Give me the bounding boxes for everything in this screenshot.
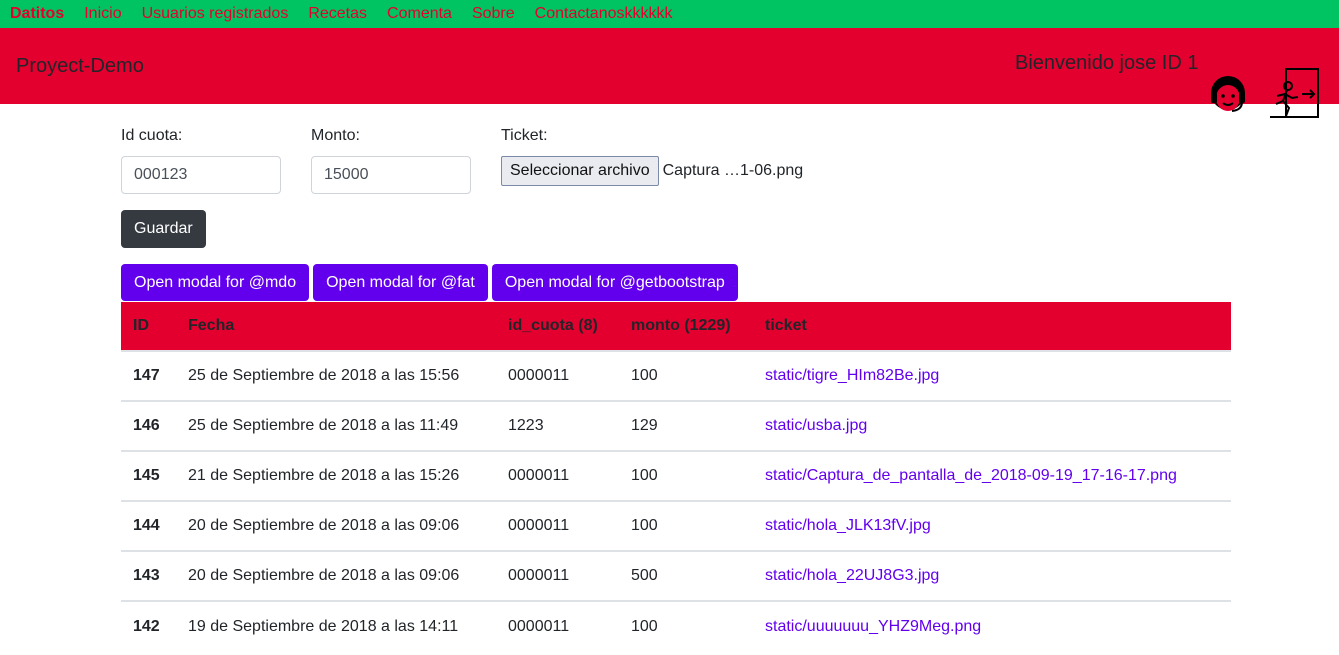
table-row: 142 19 de Septiembre de 2018 a las 14:11…: [121, 600, 1231, 651]
table-row: 146 25 de Septiembre de 2018 a las 11:49…: [121, 400, 1231, 451]
cell-monto: 500: [619, 550, 753, 601]
ticket-link[interactable]: static/hola_JLK13fV.jpg: [765, 517, 931, 534]
nav-link-recetas[interactable]: Recetas: [308, 5, 367, 23]
modal-buttons: Open modal for @mdo Open modal for @fat …: [121, 264, 742, 301]
id-cuota-label: Id cuota:: [121, 127, 183, 144]
ticket-link[interactable]: static/tigre_HIm82Be.jpg: [765, 367, 939, 384]
cell-monto: 129: [619, 400, 753, 451]
nav-link-usuarios[interactable]: Usuarios registrados: [142, 5, 289, 23]
welcome-text: Bienvenido jose ID 1: [1015, 52, 1199, 74]
selected-file-name: Captura …1-06.png: [662, 162, 804, 179]
navbar-brand[interactable]: Datitos: [10, 5, 64, 23]
monto-group: Monto:: [311, 126, 501, 194]
cell-ticket: static/uuuuuuu_YHZ9Meg.png: [753, 600, 1231, 651]
col-header-fecha: Fecha: [188, 317, 235, 334]
table-header-row: ID Fecha id_cuota (8) monto (1229) ticke…: [121, 302, 1231, 351]
nav-link-sobre[interactable]: Sobre: [472, 5, 515, 23]
cell-id: 145: [121, 450, 176, 501]
cell-fecha: 21 de Septiembre de 2018 a las 15:26: [176, 450, 496, 501]
cuota-form: Id cuota: Monto: Ticket: Seleccionar arc…: [121, 126, 821, 194]
col-header-ticket: ticket: [765, 317, 807, 334]
cell-fecha: 19 de Septiembre de 2018 a las 14:11: [176, 600, 496, 651]
cell-fecha: 25 de Septiembre de 2018 a las 11:49: [176, 400, 496, 451]
table-row: 144 20 de Septiembre de 2018 a las 09:06…: [121, 500, 1231, 551]
cell-id-cuota: 0000011: [496, 450, 619, 501]
col-header-id-cuota: id_cuota (8): [508, 317, 598, 334]
nav-link-inicio[interactable]: Inicio: [84, 5, 121, 23]
cell-id: 146: [121, 400, 176, 451]
open-modal-mdo-button[interactable]: Open modal for @mdo: [121, 264, 310, 301]
cell-fecha: 20 de Septiembre de 2018 a las 09:06: [176, 500, 496, 551]
table-row: 145 21 de Septiembre de 2018 a las 15:26…: [121, 450, 1231, 501]
monto-label: Monto:: [311, 127, 360, 144]
cell-monto: 100: [619, 500, 753, 551]
ticket-label: Ticket:: [501, 127, 548, 144]
cell-ticket: static/usba.jpg: [753, 400, 1231, 451]
id-cuota-group: Id cuota:: [121, 126, 311, 194]
ticket-group: Ticket: Seleccionar archivo Captura …1-0…: [501, 126, 821, 194]
cell-id-cuota: 0000011: [496, 350, 619, 401]
cell-monto: 100: [619, 600, 753, 651]
open-modal-fat-button[interactable]: Open modal for @fat: [313, 264, 488, 301]
logout-icon[interactable]: [1268, 68, 1320, 120]
select-file-button[interactable]: Seleccionar archivo: [501, 156, 659, 186]
cell-ticket: static/hola_JLK13fV.jpg: [753, 500, 1231, 551]
table-row: 147 25 de Septiembre de 2018 a las 15:56…: [121, 350, 1231, 401]
cell-ticket: static/tigre_HIm82Be.jpg: [753, 350, 1231, 401]
support-agent-icon: [1202, 66, 1254, 118]
page-header: Proyect-Demo Bienvenido jose ID 1: [0, 28, 1339, 118]
save-button[interactable]: Guardar: [121, 210, 206, 248]
nav-link-contacto[interactable]: Contactanoskkkkkk: [535, 5, 673, 23]
cuotas-table: ID Fecha id_cuota (8) monto (1229) ticke…: [121, 302, 1231, 651]
table-row: 143 20 de Septiembre de 2018 a las 09:06…: [121, 550, 1231, 601]
ticket-link[interactable]: static/Captura_de_pantalla_de_2018-09-19…: [765, 467, 1177, 484]
top-navbar: Datitos Inicio Usuarios registrados Rece…: [0, 0, 1339, 28]
cell-id-cuota: 1223: [496, 400, 619, 451]
col-header-monto: monto (1229): [631, 317, 731, 334]
ticket-link[interactable]: static/hola_22UJ8G3.jpg: [765, 567, 939, 584]
monto-input[interactable]: [311, 156, 471, 194]
cell-monto: 100: [619, 350, 753, 401]
cell-id: 143: [121, 550, 176, 601]
cell-id-cuota: 0000011: [496, 600, 619, 651]
cell-id: 147: [121, 350, 176, 401]
cell-fecha: 20 de Septiembre de 2018 a las 09:06: [176, 550, 496, 601]
col-header-id: ID: [133, 317, 149, 334]
cell-id: 142: [121, 600, 176, 651]
cell-fecha: 25 de Septiembre de 2018 a las 15:56: [176, 350, 496, 401]
cell-monto: 100: [619, 450, 753, 501]
ticket-link[interactable]: static/usba.jpg: [765, 417, 867, 434]
open-modal-getbootstrap-button[interactable]: Open modal for @getbootstrap: [491, 264, 738, 301]
cell-ticket: static/hola_22UJ8G3.jpg: [753, 550, 1231, 601]
site-title: Proyect-Demo: [16, 55, 144, 77]
cell-id-cuota: 0000011: [496, 500, 619, 551]
ticket-link[interactable]: static/uuuuuuu_YHZ9Meg.png: [765, 618, 981, 635]
nav-link-comenta[interactable]: Comenta: [387, 5, 452, 23]
cell-ticket: static/Captura_de_pantalla_de_2018-09-19…: [753, 450, 1231, 501]
cell-id: 144: [121, 500, 176, 551]
file-input: Seleccionar archivo Captura …1-06.png: [501, 156, 821, 186]
id-cuota-input[interactable]: [121, 156, 281, 194]
cell-id-cuota: 0000011: [496, 550, 619, 601]
